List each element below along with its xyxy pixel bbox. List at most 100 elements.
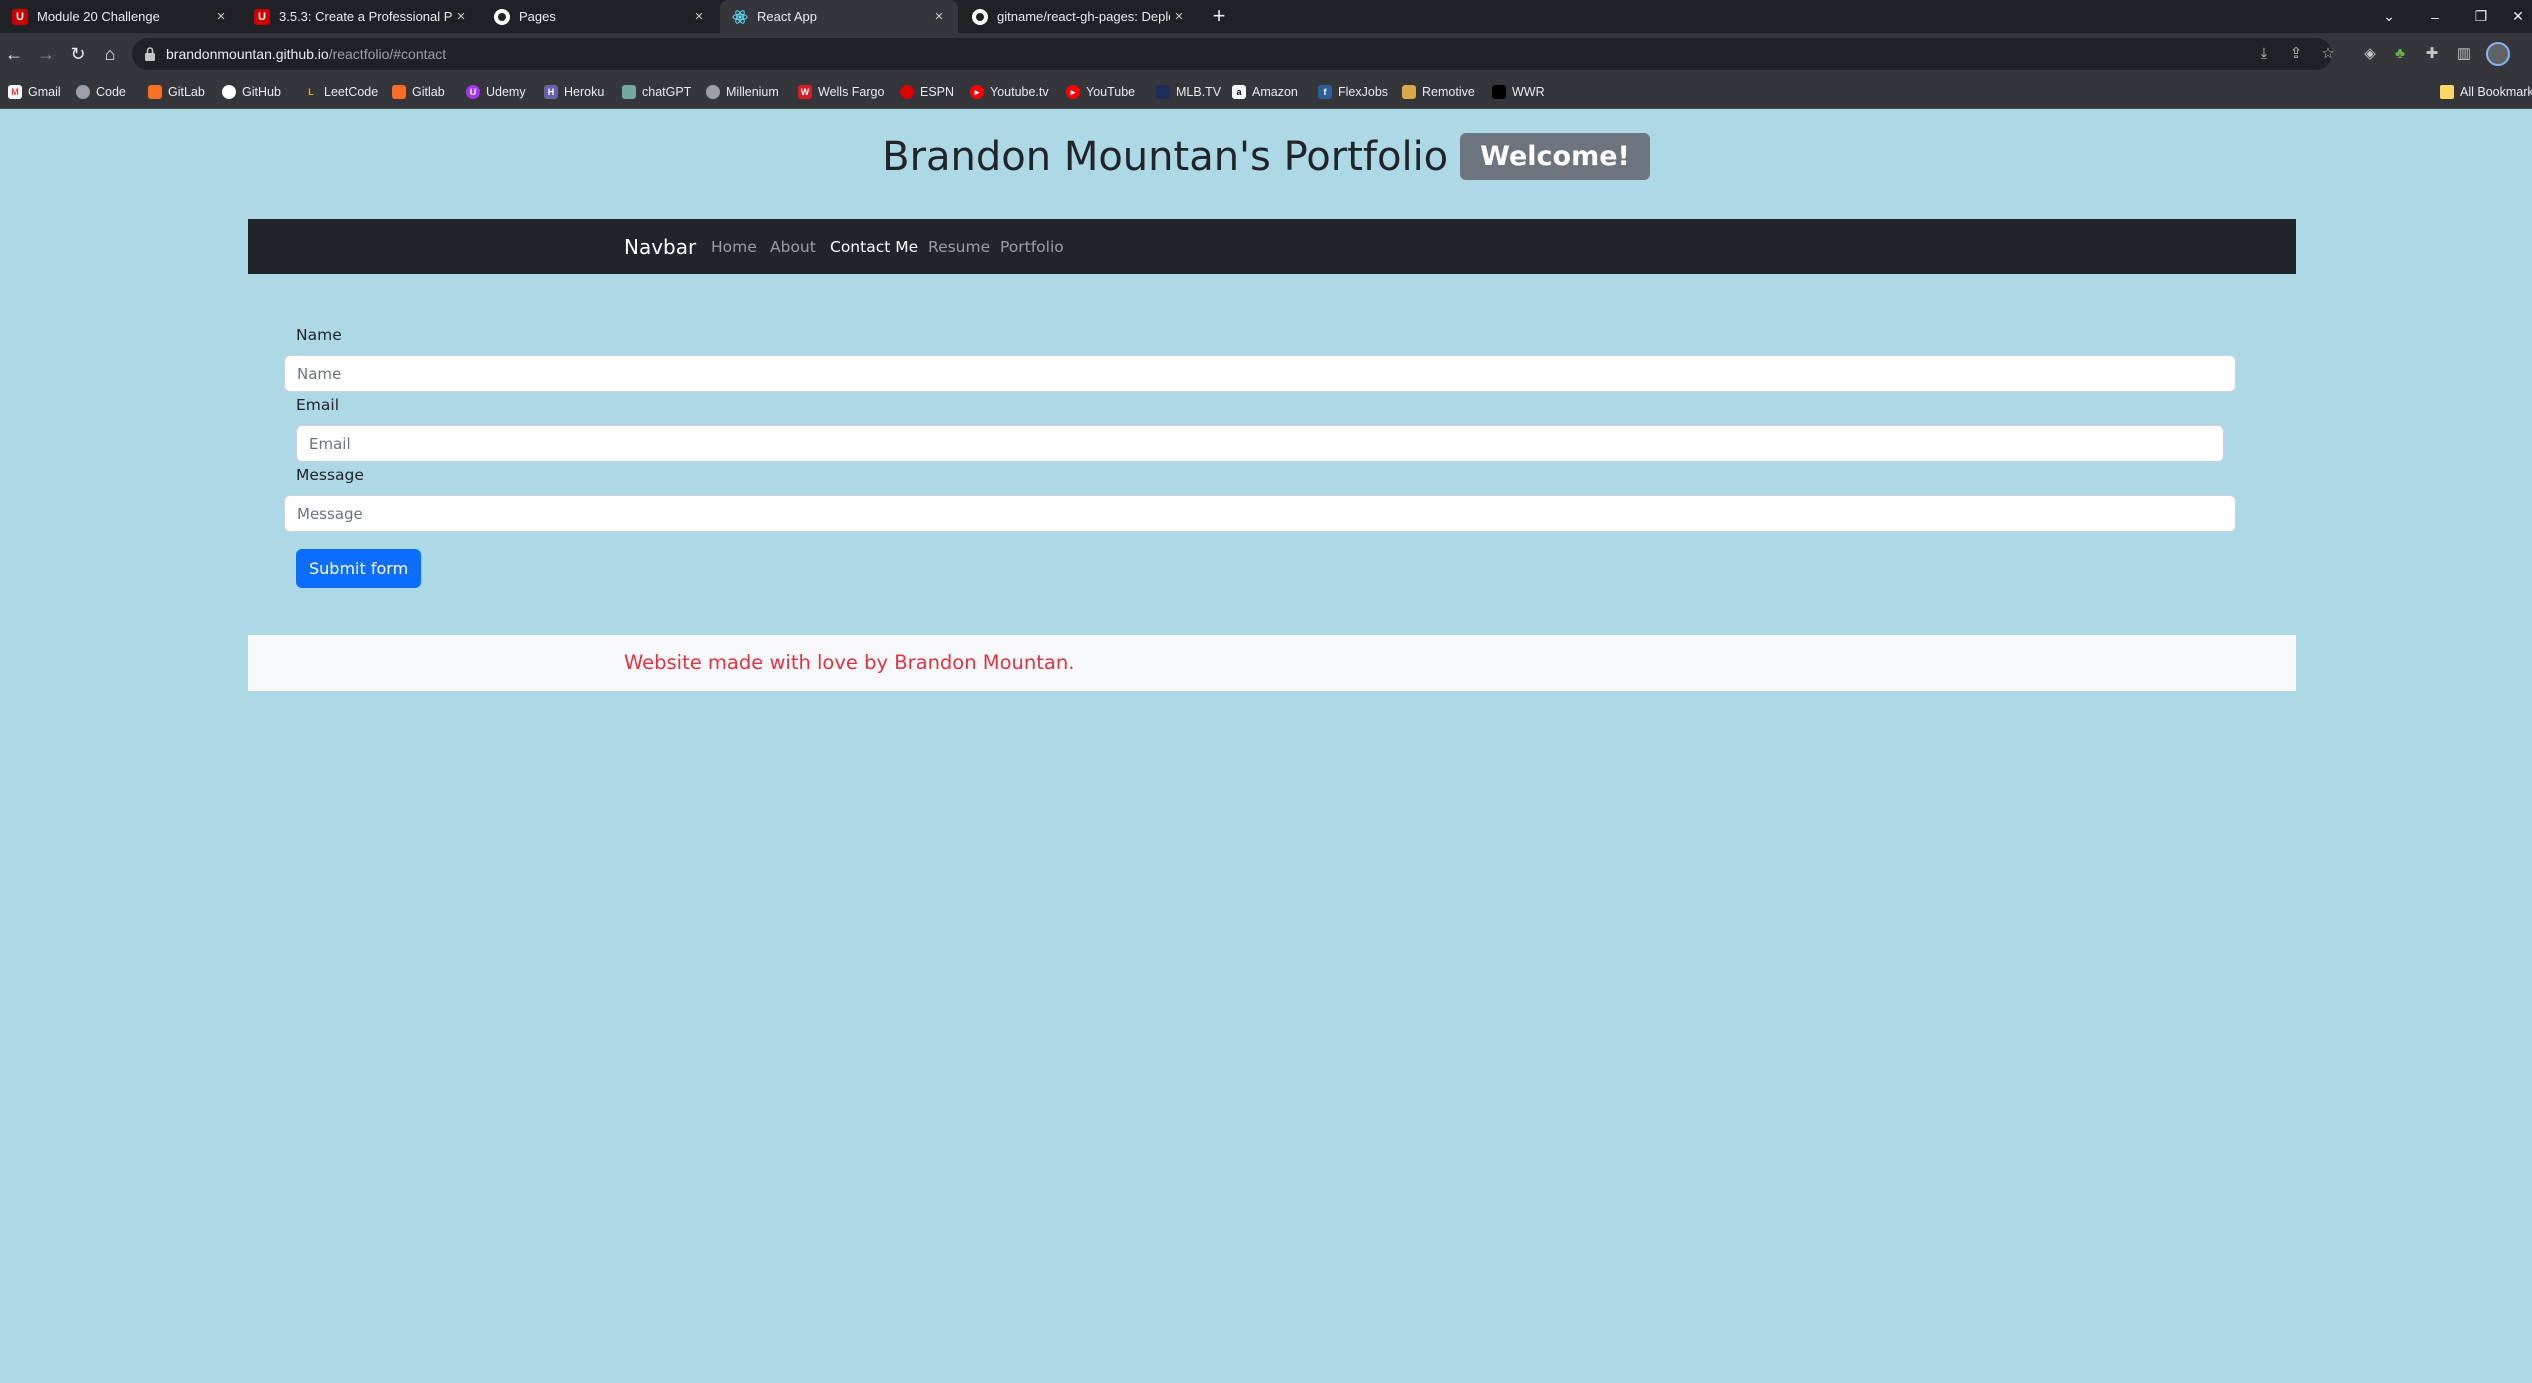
name-label: Name: [296, 326, 342, 344]
browser-tab-active[interactable]: React App ×: [720, 0, 958, 33]
bookmark-code[interactable]: Code: [76, 83, 126, 101]
nav-link-resume[interactable]: Resume: [928, 238, 990, 256]
address-bar[interactable]: brandonmountan.github.io/reactfolio/#con…: [132, 38, 2332, 70]
email-label: Email: [296, 396, 340, 414]
close-icon[interactable]: ×: [212, 8, 230, 25]
back-icon[interactable]: ←: [2, 42, 26, 66]
bookmark-wells-fargo[interactable]: W Wells Fargo: [798, 83, 884, 101]
remotive-icon: [1402, 85, 1416, 99]
avatar[interactable]: [2486, 42, 2510, 66]
bookmark-label: YouTube: [1086, 85, 1136, 99]
email-input[interactable]: [296, 425, 2224, 462]
browser-tab[interactable]: U 3.5.3: Create a Professional Proje ×: [242, 0, 480, 33]
bookmark-youtube-tv[interactable]: ▸ Youtube.tv: [970, 83, 1049, 101]
youtube-icon: ▸: [1066, 85, 1080, 99]
bookmark-udemy[interactable]: U Udemy: [466, 83, 526, 101]
bookmark-label: All Bookmarks: [2460, 85, 2532, 99]
browser-tab-strip: U Module 20 Challenge × U 3.5.3: Create …: [0, 0, 2532, 33]
react-icon: [732, 9, 748, 25]
close-icon[interactable]: ×: [1170, 8, 1188, 25]
bookmark-wwr[interactable]: WWR: [1492, 83, 1545, 101]
bookmark-label: Gitlab: [412, 85, 445, 99]
bookmarks-bar: M Gmail Code GitLab GitHub L LeetCode Gitl…: [0, 75, 2532, 109]
tab-title: 3.5.3: Create a Professional Proje: [279, 9, 452, 24]
bookmark-mlb-tv[interactable]: MLB.TV: [1156, 83, 1221, 101]
globe-icon: [706, 85, 720, 99]
gitlab-icon: [392, 85, 406, 99]
bookmark-label: Remotive: [1422, 85, 1475, 99]
nav-link-home[interactable]: Home: [711, 238, 757, 256]
utah-u-icon: U: [254, 8, 270, 25]
github-icon: [972, 8, 988, 25]
message-label: Message: [296, 466, 364, 484]
bookmark-youtube[interactable]: ▸ YouTube: [1066, 83, 1135, 101]
bookmark-gmail[interactable]: M Gmail: [8, 83, 61, 101]
close-window-icon[interactable]: ✕: [2504, 0, 2532, 33]
bookmark-gitlab[interactable]: GitLab: [148, 83, 205, 101]
new-tab-button[interactable]: +: [1206, 4, 1232, 30]
bookmark-label: Udemy: [486, 85, 526, 99]
tab-title: Module 20 Challenge: [37, 9, 160, 24]
install-icon[interactable]: ⤓: [2252, 42, 2276, 66]
tab-search-icon[interactable]: ⌄: [2366, 0, 2412, 33]
extension-badge-icon[interactable]: ◈: [2358, 42, 2382, 66]
bookmark-gitlab-2[interactable]: Gitlab: [392, 83, 445, 101]
nav-link-about[interactable]: About: [770, 238, 816, 256]
bookmark-espn[interactable]: ESPN: [900, 83, 954, 101]
heroku-icon: H: [544, 85, 558, 99]
message-input[interactable]: [284, 495, 2236, 532]
close-icon[interactable]: ×: [690, 8, 708, 25]
url-text: brandonmountan.github.io/reactfolio/#con…: [166, 46, 446, 62]
star-icon[interactable]: ☆: [2316, 42, 2340, 66]
tab-title: Pages: [519, 9, 556, 24]
home-icon[interactable]: ⌂: [98, 42, 122, 66]
amazon-icon: a: [1232, 85, 1246, 99]
close-icon[interactable]: ×: [452, 8, 470, 25]
bookmark-leetcode[interactable]: L LeetCode: [304, 83, 378, 101]
reload-icon[interactable]: ↻: [66, 42, 90, 66]
gitlab-icon: [148, 85, 162, 99]
chatgpt-icon: [622, 85, 636, 99]
udemy-icon: U: [466, 85, 480, 99]
forward-icon[interactable]: →: [34, 42, 58, 66]
bookmark-label: Wells Fargo: [818, 85, 885, 99]
share-icon[interactable]: ⇪: [2284, 42, 2308, 66]
tree-extension-icon[interactable]: ♣: [2388, 42, 2412, 66]
nav-link-portfolio[interactable]: Portfolio: [1000, 238, 1064, 256]
close-icon[interactable]: ×: [930, 8, 948, 25]
bookmark-label: GitLab: [168, 85, 205, 99]
minimize-icon[interactable]: –: [2412, 0, 2458, 33]
all-bookmarks-folder[interactable]: All Bookmarks: [2440, 83, 2532, 101]
welcome-badge: Welcome!: [1460, 133, 1650, 180]
name-input[interactable]: [284, 355, 2236, 392]
browser-tab[interactable]: U Module 20 Challenge ×: [0, 0, 240, 33]
bookmark-flexjobs[interactable]: f FlexJobs: [1318, 83, 1388, 101]
side-panel-icon[interactable]: ▥: [2452, 42, 2476, 66]
page-header: Brandon Mountan's Portfolio Welcome!: [0, 133, 2532, 180]
nav-link-contact[interactable]: Contact Me: [830, 238, 918, 256]
bookmark-millenium[interactable]: Millenium: [706, 83, 779, 101]
bookmark-remotive[interactable]: Remotive: [1402, 83, 1475, 101]
bookmark-label: Youtube.tv: [990, 85, 1049, 99]
bookmark-label: ESPN: [920, 85, 955, 99]
bookmark-label: Amazon: [1252, 85, 1298, 99]
folder-icon: [2440, 85, 2454, 99]
submit-form-button[interactable]: Submit form: [296, 549, 422, 588]
bookmark-label: GitHub: [242, 85, 281, 99]
mlb-icon: [1156, 85, 1170, 99]
bookmark-amazon[interactable]: a Amazon: [1232, 83, 1298, 101]
bookmark-heroku[interactable]: H Heroku: [544, 83, 604, 101]
navbar: Navbar Home About Contact Me Resume Port…: [248, 219, 2296, 274]
puzzle-icon[interactable]: ✚: [2420, 42, 2444, 66]
browser-tab[interactable]: gitname/react-gh-pages: Deploy ×: [960, 0, 1198, 33]
navbar-brand[interactable]: Navbar: [624, 235, 696, 259]
tab-title: React App: [757, 9, 817, 24]
bookmark-label: Millenium: [726, 85, 779, 99]
restore-icon[interactable]: ❐: [2458, 0, 2504, 33]
bookmark-label: FlexJobs: [1338, 85, 1389, 99]
bookmark-github[interactable]: GitHub: [222, 83, 281, 101]
url-host: brandonmountan.github.io: [166, 46, 329, 62]
bookmark-label: Code: [96, 85, 126, 99]
bookmark-chatgpt[interactable]: chatGPT: [622, 83, 691, 101]
browser-tab[interactable]: Pages ×: [482, 0, 718, 33]
